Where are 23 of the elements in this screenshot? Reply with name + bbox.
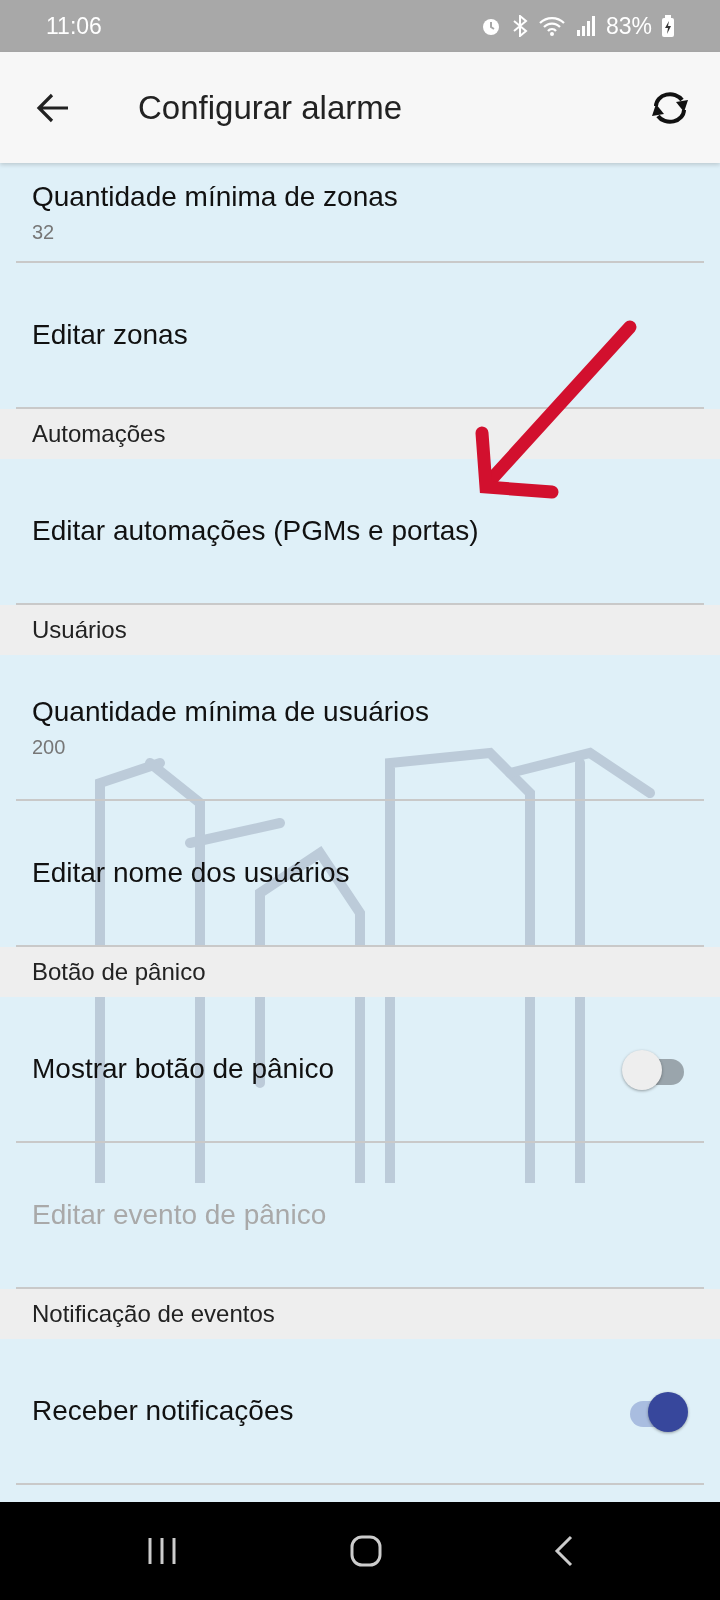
back-icon[interactable] bbox=[553, 1534, 575, 1568]
back-arrow-icon[interactable] bbox=[36, 92, 70, 123]
setting-value: 32 bbox=[32, 220, 56, 244]
setting-title[interactable]: Editar zonas bbox=[32, 319, 688, 351]
signal-icon bbox=[575, 15, 596, 37]
setting-title[interactable]: Editar nome dos usuários bbox=[32, 857, 688, 889]
section-header: Notificação de eventos bbox=[32, 1300, 275, 1328]
section-header: Botão de pânico bbox=[32, 958, 206, 986]
screen-title: Configurar alarme bbox=[138, 88, 404, 127]
status-time: 11:06 bbox=[46, 12, 102, 40]
setting-title[interactable]: Quantidade mínima de usuários bbox=[32, 695, 688, 728]
wifi-icon bbox=[537, 15, 566, 37]
section-header: Automações bbox=[32, 420, 166, 448]
section-header: Usuários bbox=[32, 616, 127, 644]
battery-charging-icon bbox=[662, 15, 674, 37]
setting-title[interactable]: Receber notificações bbox=[32, 1395, 622, 1427]
setting-value: 200 bbox=[32, 735, 67, 759]
bluetooth-icon bbox=[511, 15, 528, 37]
battery-percent: 83% bbox=[605, 12, 652, 40]
setting-title[interactable]: Editar automações (PGMs e portas) bbox=[32, 515, 688, 547]
home-icon[interactable] bbox=[349, 1534, 383, 1568]
setting-title[interactable]: Mostrar botão de pânico bbox=[32, 1053, 622, 1085]
setting-title[interactable]: Quantidade mínima de zonas bbox=[32, 180, 688, 213]
